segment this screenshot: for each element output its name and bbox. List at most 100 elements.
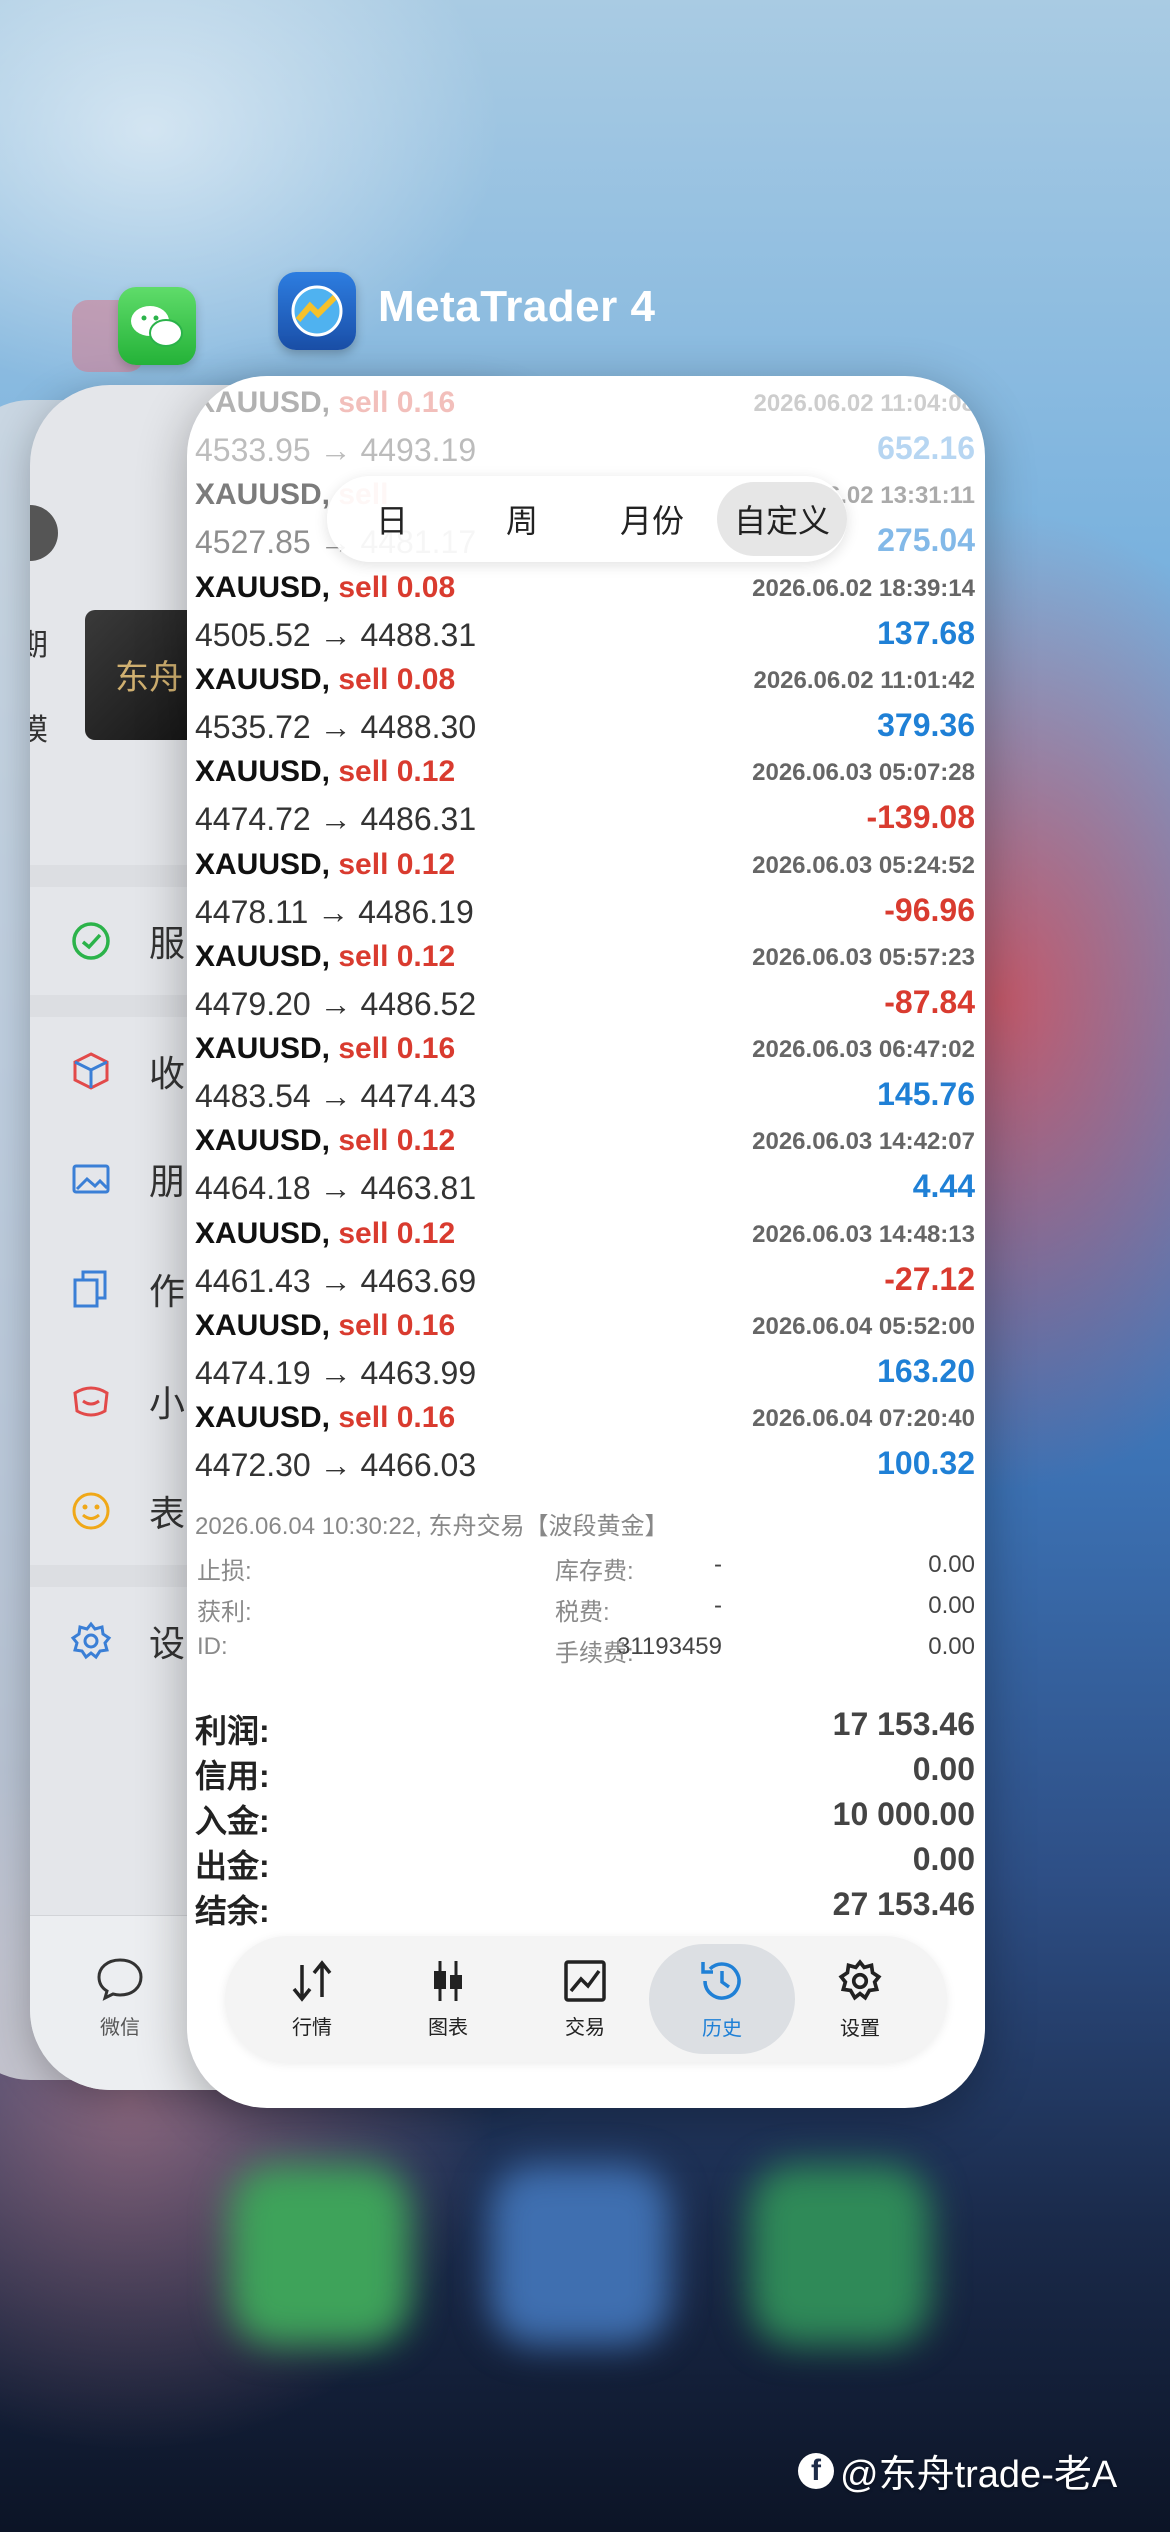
trade-prices: 4505.52 → 4488.31 xyxy=(195,616,477,653)
trade-row[interactable]: XAUUSD, sell 0.08 2026.06.02 11:01:42 4535… xyxy=(195,663,975,755)
trade-side: sell 0.16 xyxy=(338,1032,456,1066)
trade-prices: 4483.54 → 4474.43 xyxy=(195,1078,477,1115)
chat-bubble-icon xyxy=(97,1958,143,2001)
symbol-text: XAUUSD, xyxy=(195,1124,331,1158)
wechat-app-icon[interactable] xyxy=(118,287,196,365)
trade-row[interactable]: XAUUSD, sell 0.12 2026.06.03 05:57:23 4479… xyxy=(195,940,975,1032)
trade-side: sell 0.12 xyxy=(338,1124,456,1158)
commission-label: 手续费: xyxy=(555,1640,634,1667)
trade-row[interactable]: XAUUSD, sell 0.12 2026.06.03 14:42:07 4464… xyxy=(195,1124,975,1216)
image-icon xyxy=(65,1153,117,1205)
summary-deposit: 入金: 10 000.00 xyxy=(195,1796,975,1841)
period-week[interactable]: 周 xyxy=(457,482,587,556)
summary-value: 0.00 xyxy=(912,1751,975,1787)
period-custom[interactable]: 自定义 xyxy=(717,482,847,556)
trade-prices: 4474.72 → 4486.31 xyxy=(195,801,477,838)
bottom-tabbar: 行情 图表 交易 历史 设置 xyxy=(225,1936,947,2062)
trade-prices: 4479.20 → 4486.52 xyxy=(195,985,477,1022)
trade-row[interactable]: XAUUSD, sell 0.16 2026.06.04 07:20:40 4472… xyxy=(195,1401,975,1493)
symbol-text: XAUUSD, xyxy=(195,847,331,881)
trade-row[interactable]: XAUUSD, sell 0.08 2026.06.02 18:39:14 4505… xyxy=(195,571,975,663)
watermark: f @东舟trade-老A xyxy=(798,2443,1117,2498)
trade-side: sell 0.08 xyxy=(338,662,456,696)
period-day[interactable]: 日 xyxy=(327,482,457,556)
trade-row[interactable]: XAUUSD, sell 0.16 2026.06.03 06:47:02 4483… xyxy=(195,1032,975,1124)
menu-label: 设 xyxy=(149,1623,186,1664)
trade-time: 2026.06.04 05:52:00 xyxy=(752,1313,975,1340)
summary-label: 利润: xyxy=(195,1713,270,1749)
trade-time: 2026.06.03 05:24:52 xyxy=(752,851,975,879)
tab-label: 历史 xyxy=(702,2017,742,2040)
tax-label: 税费: xyxy=(555,1599,610,1626)
tab-label: 设置 xyxy=(840,2017,880,2040)
symbol-text: XAUUSD, xyxy=(195,755,331,789)
cube-icon xyxy=(65,1045,117,1097)
side-fragment-2: 模 xyxy=(30,714,48,747)
trade-prices: 4461.43 → 4463.69 xyxy=(195,1262,477,1299)
trade-symbol: XAUUSD, sell 0.16 xyxy=(195,386,455,420)
trade-profit: 137.68 xyxy=(877,614,975,651)
facebook-icon: f xyxy=(798,2452,834,2489)
deal-info-line: 2026.06.04 10:30:22, 东舟交易【波段黄金】 xyxy=(195,1513,669,1540)
symbol-text: XAUUSD, xyxy=(195,1401,331,1435)
swap-label: 库存费: xyxy=(555,1558,634,1585)
symbol-text: XAUUSD, xyxy=(195,1216,331,1250)
trade-prices: 4478.11 → 4486.19 xyxy=(195,893,474,930)
symbol-text: XAUUSD, xyxy=(195,1309,331,1342)
tab-settings[interactable]: 设置 xyxy=(787,1944,933,2054)
trade-profit: 4.44 xyxy=(912,1168,975,1205)
smile-icon xyxy=(65,1485,117,1537)
tax-value: 0.00 xyxy=(928,1592,975,1619)
trade-prices: 4533.95 → 4493.19 xyxy=(195,432,477,468)
summary-label: 信用: xyxy=(195,1758,270,1794)
trade-profit: 100.32 xyxy=(877,1445,975,1482)
trade-time: 2026.06.03 05:57:23 xyxy=(752,943,975,971)
trade-profit: -87.84 xyxy=(884,983,975,1020)
trade-prices: 4474.19 → 4463.99 xyxy=(195,1355,477,1391)
symbol-text: XAUUSD, xyxy=(195,570,331,604)
trade-row[interactable]: XAUUSD, sell 0.12 2026.06.03 05:24:52 4478… xyxy=(195,848,975,940)
tab-history[interactable]: 历史 xyxy=(649,1944,795,2054)
tab-trade[interactable]: 交易 xyxy=(512,1944,658,2054)
summary-value: 0.00 xyxy=(912,1841,975,1877)
tab-quotes[interactable]: 行情 xyxy=(239,1944,385,2054)
symbol-text: XAUUSD, xyxy=(195,939,331,973)
trade-symbol: XAUUSD, sell 0.12 xyxy=(195,1217,455,1251)
symbol-text: XAUUSD, xyxy=(195,662,331,696)
summary-label: 入金: xyxy=(195,1803,270,1839)
trade-row[interactable]: XAUUSD, sell 0.12 2026.06.03 14:48:13 4461… xyxy=(195,1217,975,1309)
dock-app-blur-2 xyxy=(490,2165,670,2345)
metatrader-app-card[interactable]: XAUUSD, sell 0.16 2026.06.02 11:04:08 4533… xyxy=(187,376,985,2108)
trade-time: 2026.06.02 11:01:42 xyxy=(753,666,975,694)
wechat-tab-chats[interactable]: 微信 xyxy=(85,1956,155,2040)
copy-icon xyxy=(65,1263,117,1315)
trade-row[interactable]: XAUUSD, sell 0.16 2026.06.04 05:52:00 4474… xyxy=(195,1309,975,1401)
trade-profit: -139.08 xyxy=(866,799,975,836)
dock-app-blur-1 xyxy=(230,2165,410,2345)
stop-loss-label: 止损: xyxy=(197,1558,252,1585)
trade-time: 2026.06.04 07:20:40 xyxy=(752,1405,975,1433)
trade-profit: 163.20 xyxy=(877,1353,975,1389)
trade-time: 2026.06.03 05:07:28 xyxy=(752,759,975,787)
summary-balance: 结余: 27 153.46 xyxy=(195,1886,975,1931)
trade-row[interactable]: XAUUSD, sell 0.12 2026.06.03 05:07:28 4474… xyxy=(195,755,975,847)
trade-prices: 4535.72 → 4488.30 xyxy=(195,708,477,745)
tab-charts[interactable]: 图表 xyxy=(375,1944,521,2054)
summary-label: 出金: xyxy=(195,1848,270,1884)
trade-side: sell 0.12 xyxy=(338,1216,456,1250)
trade-symbol: XAUUSD, sell 0.12 xyxy=(195,1124,455,1158)
trade-prices: 4464.18 → 4463.81 xyxy=(195,1170,477,1207)
summary-value: 27 153.46 xyxy=(832,1886,975,1922)
period-selector: 日 周 月份 自定义 xyxy=(327,476,847,562)
trade-row[interactable]: XAUUSD, sell 0.16 2026.06.02 11:04:08 4533… xyxy=(195,386,975,478)
period-month[interactable]: 月份 xyxy=(587,482,717,556)
trade-symbol: XAUUSD, sell 0.12 xyxy=(195,755,455,789)
metatrader-app-icon[interactable] xyxy=(278,272,356,350)
trade-symbol: XAUUSD, sell 0.12 xyxy=(195,940,455,974)
check-circle-icon xyxy=(65,915,117,967)
trade-time: 2026.06.03 14:42:07 xyxy=(752,1128,975,1156)
id-label: ID: xyxy=(197,1633,228,1660)
summary-profit: 利润: 17 153.46 xyxy=(195,1706,975,1751)
trade-profit: -27.12 xyxy=(884,1260,975,1297)
trade-side: sell 0.16 xyxy=(338,1401,456,1435)
